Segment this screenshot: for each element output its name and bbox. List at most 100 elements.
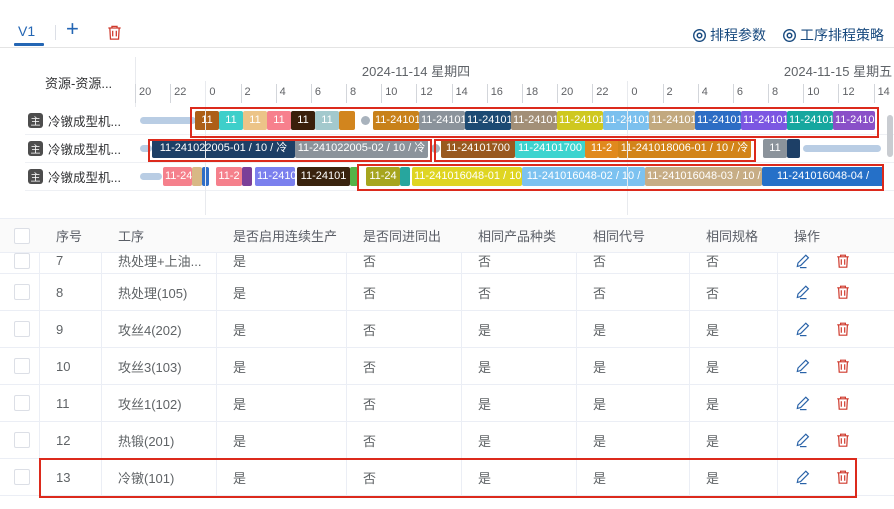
process-cell: 热处理(105) bbox=[102, 274, 217, 310]
gantt-task-bar[interactable]: 11-24101 bbox=[603, 111, 649, 130]
gantt-task-bar[interactable]: 11-2 bbox=[585, 139, 618, 158]
edit-button[interactable] bbox=[795, 321, 811, 337]
schedule-params-link[interactable]: 排程参数 bbox=[692, 25, 766, 45]
timeline-tick: 4 bbox=[698, 84, 708, 103]
gantt-task-bar[interactable]: 11-241016048-01 / 10 / bbox=[412, 167, 522, 186]
primary-resource-badge: 主 bbox=[28, 113, 43, 128]
trash-icon bbox=[835, 321, 851, 337]
gantt-task-bar[interactable]: 11 bbox=[267, 111, 291, 130]
gantt-task-bar[interactable] bbox=[339, 111, 355, 130]
gantt-task-bar[interactable]: 11 bbox=[219, 111, 243, 130]
value-cell: 是 bbox=[577, 459, 690, 495]
gantt-task-bar[interactable]: 11-24101 bbox=[649, 111, 695, 130]
value-cell: 否 bbox=[690, 253, 778, 274]
gantt-vertical-scrollbar[interactable] bbox=[887, 115, 893, 157]
gantt-task-bar[interactable]: 11 bbox=[291, 111, 315, 130]
table-row: 10攻丝3(103)是否是是是 bbox=[0, 348, 894, 385]
delete-button[interactable] bbox=[835, 469, 851, 485]
gantt-task-bar[interactable]: 11 bbox=[763, 139, 787, 158]
delete-button[interactable] bbox=[835, 358, 851, 374]
timeline-tick: 14 bbox=[452, 84, 468, 103]
delete-version-button[interactable] bbox=[106, 24, 123, 41]
row-checkbox[interactable] bbox=[14, 395, 30, 411]
schedule-params-label: 排程参数 bbox=[710, 25, 766, 45]
delete-button[interactable] bbox=[835, 284, 851, 300]
gantt-task-bar[interactable]: 11-24101 bbox=[465, 111, 511, 130]
edit-button[interactable] bbox=[795, 395, 811, 411]
gantt-task-bar[interactable]: 11 bbox=[243, 111, 267, 130]
delete-button[interactable] bbox=[835, 432, 851, 448]
seq-cell: 12 bbox=[40, 422, 102, 458]
row-checkbox[interactable] bbox=[14, 284, 30, 300]
gantt-task-bar[interactable]: 11 bbox=[315, 111, 339, 130]
gantt-task-bar[interactable]: 11-24101 bbox=[297, 167, 350, 186]
edit-button[interactable] bbox=[795, 358, 811, 374]
value-cell: 是 bbox=[577, 385, 690, 421]
gantt-task-bar[interactable]: 11-24 bbox=[163, 167, 192, 186]
row-checkbox[interactable] bbox=[14, 432, 30, 448]
select-all-checkbox[interactable] bbox=[14, 228, 30, 244]
gantt-task-bar[interactable]: 11-24101 bbox=[741, 111, 787, 130]
gantt-task-bar[interactable] bbox=[787, 139, 800, 158]
seq-cell: 7 bbox=[40, 253, 102, 274]
gantt-task-bar[interactable] bbox=[350, 167, 358, 186]
gantt-task-bar[interactable] bbox=[242, 167, 252, 186]
gantt-task-bar[interactable] bbox=[192, 167, 202, 186]
delete-button[interactable] bbox=[835, 395, 851, 411]
delete-button[interactable] bbox=[835, 321, 851, 337]
row-checkbox[interactable] bbox=[14, 469, 30, 485]
checkbox-cell bbox=[0, 253, 40, 274]
actions-cell bbox=[778, 253, 894, 274]
gantt-task-bar[interactable]: 11-24101 bbox=[511, 111, 557, 130]
value-cell: 否 bbox=[347, 422, 462, 458]
column-header: 相同规格 bbox=[690, 219, 778, 252]
gantt-task-bar[interactable]: 11-241022005-02 / 10 / 冷 bbox=[295, 139, 428, 158]
edit-button[interactable] bbox=[795, 284, 811, 300]
gantt-task-bar[interactable]: 11-2410 bbox=[255, 167, 295, 186]
timeline-tick: 20 bbox=[135, 84, 151, 103]
gantt-task-bar[interactable]: 11 bbox=[195, 111, 219, 130]
gantt-task-bar[interactable]: 11-2 bbox=[216, 167, 242, 186]
capacity-line bbox=[140, 145, 152, 152]
version-tab[interactable]: V1 bbox=[18, 23, 35, 39]
gantt-task-bar[interactable]: 11-24101 bbox=[373, 111, 419, 130]
column-header: 操作 bbox=[778, 219, 894, 252]
timeline-tick: 0 bbox=[205, 84, 215, 103]
gantt-task-bar[interactable]: 11-241016048-04 / bbox=[762, 167, 884, 186]
delete-button[interactable] bbox=[835, 253, 851, 269]
gantt-task-bar[interactable]: 11-24101 bbox=[557, 111, 603, 130]
table-row: 11攻丝1(102)是否是是是 bbox=[0, 385, 894, 422]
value-cell: 否 bbox=[462, 274, 577, 310]
timeline-tick: 0 bbox=[627, 84, 637, 103]
gantt-task-bar[interactable]: 11-24101 bbox=[787, 111, 833, 130]
trash-icon bbox=[106, 24, 123, 41]
add-version-button[interactable]: + bbox=[66, 18, 79, 40]
gantt-task-bar[interactable]: 11-24101 bbox=[695, 111, 741, 130]
trash-icon bbox=[835, 469, 851, 485]
gantt-task-bar[interactable]: 11-241018006-01 / 10 / 冷 bbox=[618, 139, 751, 158]
gantt-task-bar[interactable]: 11-24 bbox=[366, 167, 400, 186]
gantt-task-bar[interactable]: 11-24101700 bbox=[515, 139, 585, 158]
gantt-task-bar[interactable]: 11-241022005-01 / 10 / 冷 bbox=[152, 139, 295, 158]
timeline-day-label: 2024-11-14 星期四 bbox=[362, 61, 470, 80]
row-checkbox[interactable] bbox=[14, 253, 30, 269]
gantt-chart: 2024-11-14 星期四2024-11-15 星期五 20220246810… bbox=[135, 57, 894, 215]
value-cell: 是 bbox=[217, 385, 347, 421]
process-table: 序号工序是否启用连续生产是否同进同出相同产品种类相同代号相同规格操作 7热处理+… bbox=[0, 218, 894, 496]
gantt-task-bar[interactable]: 11-24101 bbox=[419, 111, 465, 130]
edit-button[interactable] bbox=[795, 469, 811, 485]
gantt-task-bar[interactable]: 11-2410 bbox=[833, 111, 875, 130]
row-checkbox[interactable] bbox=[14, 321, 30, 337]
edit-button[interactable] bbox=[795, 432, 811, 448]
gantt-task-bar[interactable] bbox=[400, 167, 410, 186]
gantt-task-bar[interactable]: 11-241016048-03 / 10 / bbox=[645, 167, 762, 186]
process-strategy-link[interactable]: 工序排程策略 bbox=[782, 25, 884, 45]
edit-button[interactable] bbox=[795, 253, 811, 269]
timeline-tick: 12 bbox=[838, 84, 854, 103]
value-cell: 是 bbox=[462, 422, 577, 458]
value-cell: 是 bbox=[462, 385, 577, 421]
gantt-task-bar[interactable]: 11-24101700 bbox=[441, 139, 515, 158]
value-cell: 否 bbox=[347, 274, 462, 310]
value-cell: 是 bbox=[217, 348, 347, 384]
row-checkbox[interactable] bbox=[14, 358, 30, 374]
